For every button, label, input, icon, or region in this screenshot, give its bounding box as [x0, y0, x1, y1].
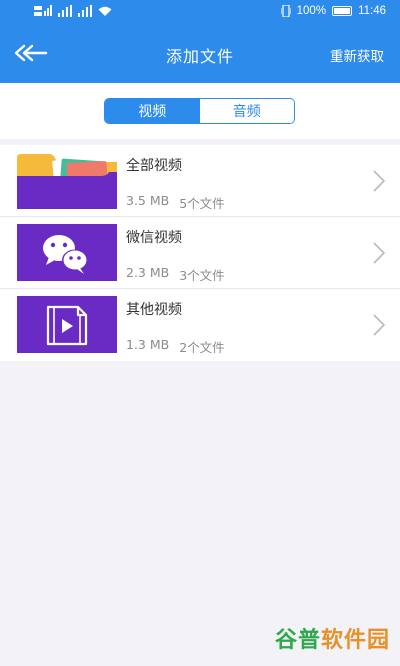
sim-icon: [34, 5, 52, 16]
watermark-part2: 软件园: [320, 627, 390, 652]
list-item-all-videos[interactable]: 全部视频 3.5 MB 5个文件: [0, 145, 400, 217]
video-file-icon: [17, 296, 117, 353]
status-right: 100% 11:46: [280, 5, 386, 17]
folder-meta: 3.5 MB 5个文件: [126, 193, 225, 212]
chevron-right-icon: [373, 314, 386, 336]
watermark-part1: 谷普: [274, 627, 321, 652]
signal-icon: [58, 5, 72, 17]
tab-video[interactable]: 视频: [105, 99, 200, 123]
folder-count: 2个文件: [179, 340, 225, 355]
wifi-icon: [98, 6, 112, 16]
folder-icon: [17, 154, 117, 209]
tab-audio[interactable]: 音频: [199, 99, 294, 123]
status-bar: 100% 11:46: [0, 0, 400, 26]
folder-size: 2.3 MB: [126, 265, 170, 280]
folder-size: 1.3 MB: [126, 337, 170, 352]
folder-name: 微信视频: [126, 230, 182, 246]
signal-icon-2: [78, 5, 92, 17]
media-type-toggle: 视频 音频: [104, 98, 295, 124]
folder-meta: 2.3 MB 3个文件: [126, 265, 225, 284]
chevron-right-icon: [373, 170, 386, 192]
folder-list: 全部视频 3.5 MB 5个文件 微信视频 2.3 MB 3个文件 其他视频 1…: [0, 145, 400, 361]
chevron-right-icon: [373, 242, 386, 264]
folder-size: 3.5 MB: [126, 193, 170, 208]
app-bar: 添加文件 重新获取: [0, 26, 400, 83]
clock: 11:46: [358, 5, 386, 17]
folder-name: 其他视频: [126, 302, 182, 318]
list-item-wechat-videos[interactable]: 微信视频 2.3 MB 3个文件: [0, 217, 400, 289]
vibrate-icon: [280, 5, 291, 17]
battery-icon: [332, 6, 353, 16]
folder-meta: 1.3 MB 2个文件: [126, 337, 225, 356]
tab-area: 视频 音频: [0, 83, 400, 139]
status-left: [34, 5, 112, 17]
watermark: 谷普软件园: [275, 622, 390, 654]
wechat-icon: [17, 224, 117, 281]
folder-count: 3个文件: [179, 268, 225, 283]
battery-percent: 100%: [296, 5, 327, 17]
refresh-button[interactable]: 重新获取: [330, 45, 384, 65]
folder-count: 5个文件: [179, 196, 225, 211]
folder-name: 全部视频: [126, 158, 182, 174]
list-item-other-videos[interactable]: 其他视频 1.3 MB 2个文件: [0, 289, 400, 361]
